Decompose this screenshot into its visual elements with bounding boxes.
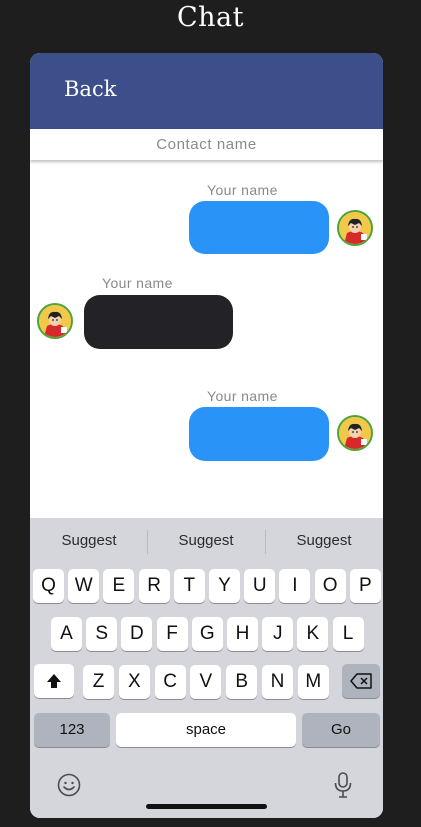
shift-key[interactable] (34, 664, 74, 698)
backspace-icon (350, 673, 372, 689)
numbers-key[interactable]: 123 (34, 713, 110, 747)
sender-name: Your name (207, 388, 278, 404)
key-y[interactable]: Y (209, 569, 240, 603)
key-q[interactable]: Q (33, 569, 64, 603)
key-p[interactable]: P (349, 569, 381, 603)
phone-screen: Back Contact name Your name Your name Yo (30, 53, 383, 818)
key-f[interactable]: F (156, 617, 188, 651)
key-m[interactable]: M (297, 665, 329, 699)
key-o[interactable]: O (314, 569, 346, 603)
key-i[interactable]: I (279, 569, 311, 603)
avatar (337, 210, 373, 246)
key-a[interactable]: A (51, 617, 82, 651)
home-indicator[interactable] (146, 804, 267, 809)
key-l[interactable]: L (332, 617, 364, 651)
key-k[interactable]: K (297, 617, 329, 651)
sender-name: Your name (102, 275, 173, 291)
key-z[interactable]: Z (83, 665, 114, 699)
page-title: Chat (177, 2, 244, 33)
back-button[interactable]: Back (64, 77, 116, 101)
shift-icon (47, 674, 61, 688)
key-h[interactable]: H (227, 617, 258, 651)
key-v[interactable]: V (190, 665, 222, 699)
avatar (37, 303, 73, 339)
suggestion-item[interactable]: Suggest (147, 532, 265, 549)
key-x[interactable]: X (118, 665, 150, 699)
key-b[interactable]: B (226, 665, 258, 699)
key-e[interactable]: E (103, 569, 135, 603)
avatar-image (39, 305, 71, 337)
key-w[interactable]: W (68, 569, 100, 603)
key-c[interactable]: C (154, 665, 186, 699)
sender-name: Your name (207, 182, 278, 198)
emoji-icon[interactable] (57, 773, 81, 797)
app-header: Back (30, 53, 383, 129)
suggestion-item[interactable]: Suggest (30, 532, 148, 549)
key-j[interactable]: J (262, 617, 294, 651)
message-bubble-sent[interactable] (189, 407, 329, 461)
microphone-icon[interactable] (333, 771, 353, 799)
space-key[interactable]: space (116, 713, 296, 747)
backspace-key[interactable] (342, 664, 380, 698)
message-bubble-sent[interactable] (189, 201, 329, 254)
suggestion-item[interactable]: Suggest (265, 532, 383, 549)
avatar-image (339, 417, 371, 449)
key-d[interactable]: D (121, 617, 153, 651)
suggestion-bar: Suggest Suggest Suggest (30, 518, 383, 566)
key-u[interactable]: U (244, 569, 276, 603)
avatar (337, 415, 373, 451)
keyboard: Suggest Suggest Suggest QWERTYUIOP ASDFG… (30, 518, 383, 818)
avatar-image (339, 212, 371, 244)
key-s[interactable]: S (86, 617, 118, 651)
key-n[interactable]: N (262, 665, 293, 699)
contact-name: Contact name (30, 129, 383, 160)
key-r[interactable]: R (138, 569, 170, 603)
go-key[interactable]: Go (302, 713, 380, 747)
key-g[interactable]: G (191, 617, 223, 651)
key-t[interactable]: T (173, 569, 205, 603)
message-bubble-received[interactable] (84, 295, 233, 349)
